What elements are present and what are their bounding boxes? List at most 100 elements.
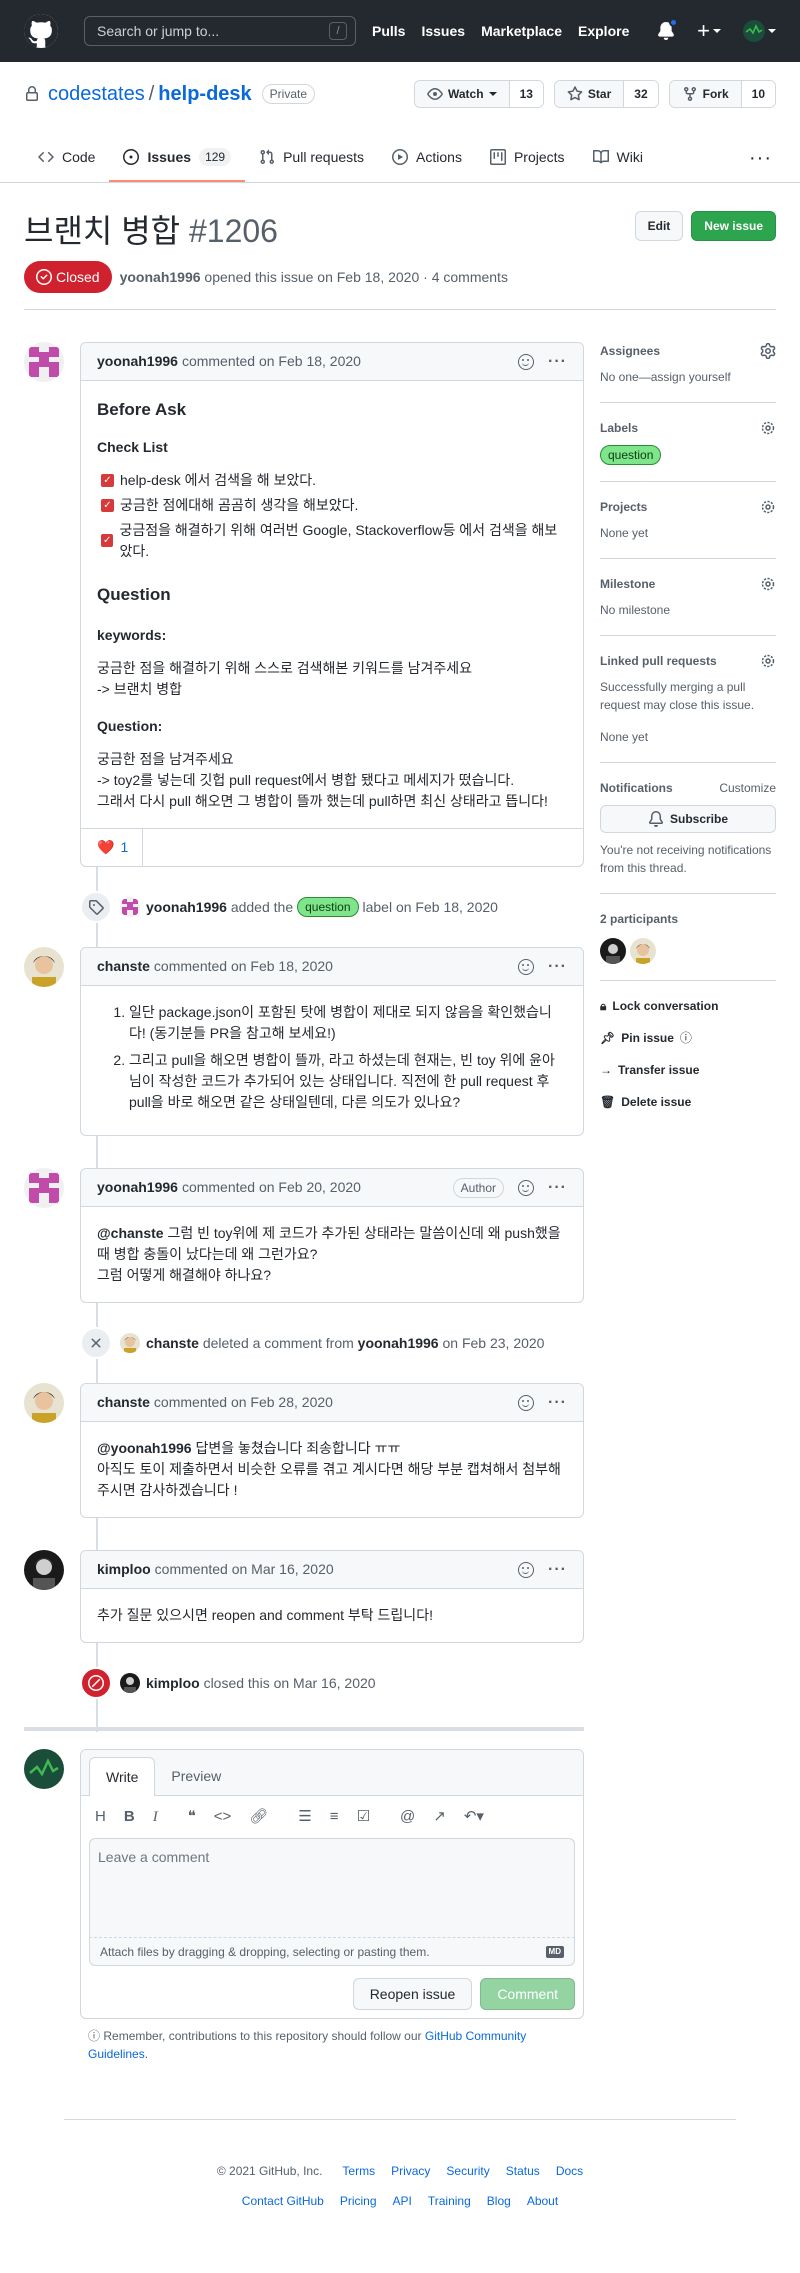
comment-author[interactable]: yoonah1996 [97,351,178,372]
avatar[interactable] [630,938,656,964]
footer-link-docs[interactable]: Docs [556,2162,583,2180]
nav-marketplace[interactable]: Marketplace [481,21,562,42]
avatar[interactable] [24,1749,64,1789]
footer-link-api[interactable]: API [393,2192,412,2210]
event-target[interactable]: yoonah1996 [358,1333,439,1354]
tab-wiki[interactable]: Wiki [579,134,657,182]
tab-issues[interactable]: Issues 129 [109,134,246,182]
watch-count[interactable]: 13 [509,81,543,107]
attach-files-bar[interactable]: Attach files by dragging & dropping, sel… [89,1938,575,1966]
comment-date[interactable]: commented on Feb 20, 2020 [182,1177,361,1198]
avatar[interactable] [24,1168,64,1208]
gear-icon[interactable] [760,653,776,669]
tab-projects[interactable]: Projects [476,134,579,182]
comment-options-kebab-icon[interactable]: ··· [548,1558,567,1582]
quote-icon[interactable]: ❝ [188,1806,196,1829]
comment-date[interactable]: commented on Feb 18, 2020 [182,351,361,372]
footer-link-terms[interactable]: Terms [342,2162,375,2180]
more-tabs-kebab-icon[interactable]: ··· [749,134,776,182]
question-label[interactable]: question [297,897,359,917]
comment-author[interactable]: yoonah1996 [97,1177,178,1198]
comment-author[interactable]: chanste [97,956,150,977]
delete-issue-button[interactable]: 🗑︎ Delete issue [600,1093,776,1111]
notifications-bell-icon[interactable] [657,18,679,40]
edit-button[interactable]: Edit [634,211,684,241]
repo-name-link[interactable]: help-desk [158,79,251,109]
github-logo-icon[interactable] [24,14,58,48]
comment-date[interactable]: commented on Feb 28, 2020 [154,1392,333,1413]
add-reaction-icon[interactable] [518,353,535,370]
comment-date[interactable]: commented on Mar 16, 2020 [155,1559,334,1580]
checked-checkbox-icon[interactable]: ✓ [101,473,114,487]
create-new-menu[interactable]: + [697,20,721,42]
nav-pulls[interactable]: Pulls [372,21,405,42]
comment-author[interactable]: chanste [97,1392,150,1413]
markdown-icon[interactable]: MD [545,1945,564,1958]
fork-button[interactable]: Fork [669,81,742,107]
comment-author[interactable]: kimploo [97,1559,151,1580]
checked-checkbox-icon[interactable]: ✓ [101,498,114,512]
bold-icon[interactable]: B [124,1806,135,1829]
footer-link-training[interactable]: Training [428,2192,471,2210]
user-menu[interactable] [743,20,776,42]
pin-issue-button[interactable]: 📌︎ Pin issue ⓘ [600,1029,776,1047]
avatar[interactable] [600,938,626,964]
tab-code[interactable]: Code [24,134,109,182]
event-actor[interactable]: kimploo [146,1673,200,1694]
code-icon[interactable]: <> [214,1806,232,1829]
avatar[interactable] [120,897,140,917]
avatar[interactable] [120,1333,140,1353]
event-actor[interactable]: yoonah1996 [146,897,227,918]
comment-options-kebab-icon[interactable]: ··· [548,1391,567,1415]
task-list-icon[interactable]: ☑ [357,1806,370,1829]
assignees-title[interactable]: Assignees [600,342,660,360]
italic-icon[interactable]: I [153,1806,158,1829]
new-issue-button[interactable]: New issue [691,211,776,241]
avatar[interactable] [24,947,64,987]
footer-link-contact[interactable]: Contact GitHub [242,2192,324,2210]
link-icon[interactable]: 🔗︎ [249,1806,268,1829]
tab-preview[interactable]: Preview [155,1757,237,1795]
tab-actions[interactable]: Actions [378,134,476,182]
comment-textarea[interactable]: Leave a comment [89,1838,575,1938]
unordered-list-icon[interactable]: ☰ [298,1806,311,1829]
tab-pull-requests[interactable]: Pull requests [245,134,378,182]
ordered-list-icon[interactable]: ≡ [330,1806,339,1829]
gear-icon[interactable] [760,576,776,592]
footer-link-security[interactable]: Security [446,2162,489,2180]
add-reaction-icon[interactable] [518,1179,535,1196]
footer-link-blog[interactable]: Blog [487,2192,511,2210]
gear-icon[interactable] [760,420,776,436]
linked-prs-title[interactable]: Linked pull requests [600,652,717,670]
nav-issues[interactable]: Issues [421,21,465,42]
comment-button[interactable]: Comment [480,1978,575,2010]
avatar[interactable] [24,1550,64,1590]
milestone-title[interactable]: Milestone [600,575,655,593]
footer-link-pricing[interactable]: Pricing [340,2192,377,2210]
star-button[interactable]: Star [554,81,625,107]
projects-title[interactable]: Projects [600,498,647,516]
search-input[interactable]: Search or jump to... / [84,16,356,46]
mention-icon[interactable]: @ [400,1806,415,1829]
comment-options-kebab-icon[interactable]: ··· [548,1176,567,1200]
mention-link[interactable]: @yoonah1996 [97,1440,192,1456]
gear-icon[interactable] [760,499,776,515]
nav-explore[interactable]: Explore [578,21,629,42]
cross-reference-icon[interactable]: ↗ [433,1806,446,1829]
comment-options-kebab-icon[interactable]: ··· [548,955,567,979]
footer-link-status[interactable]: Status [506,2162,540,2180]
customize-link[interactable]: Customize [719,779,776,797]
transfer-issue-button[interactable]: → Transfer issue [600,1061,776,1079]
avatar[interactable] [120,1673,140,1693]
comment-date[interactable]: commented on Feb 18, 2020 [154,956,333,977]
event-actor[interactable]: chanste [146,1333,199,1354]
tab-write[interactable]: Write [89,1757,156,1796]
avatar[interactable] [24,1383,64,1423]
lock-conversation-button[interactable]: 🔒︎ Lock conversation [600,997,776,1015]
avatar[interactable] [24,342,64,382]
add-reaction-icon[interactable] [518,1394,535,1411]
subscribe-button[interactable]: Subscribe [600,805,776,833]
mention-link[interactable]: @chanste [97,1225,164,1241]
footer-link-about[interactable]: About [527,2192,558,2210]
heart-reaction-button[interactable]: ❤️ 1 [97,828,144,867]
